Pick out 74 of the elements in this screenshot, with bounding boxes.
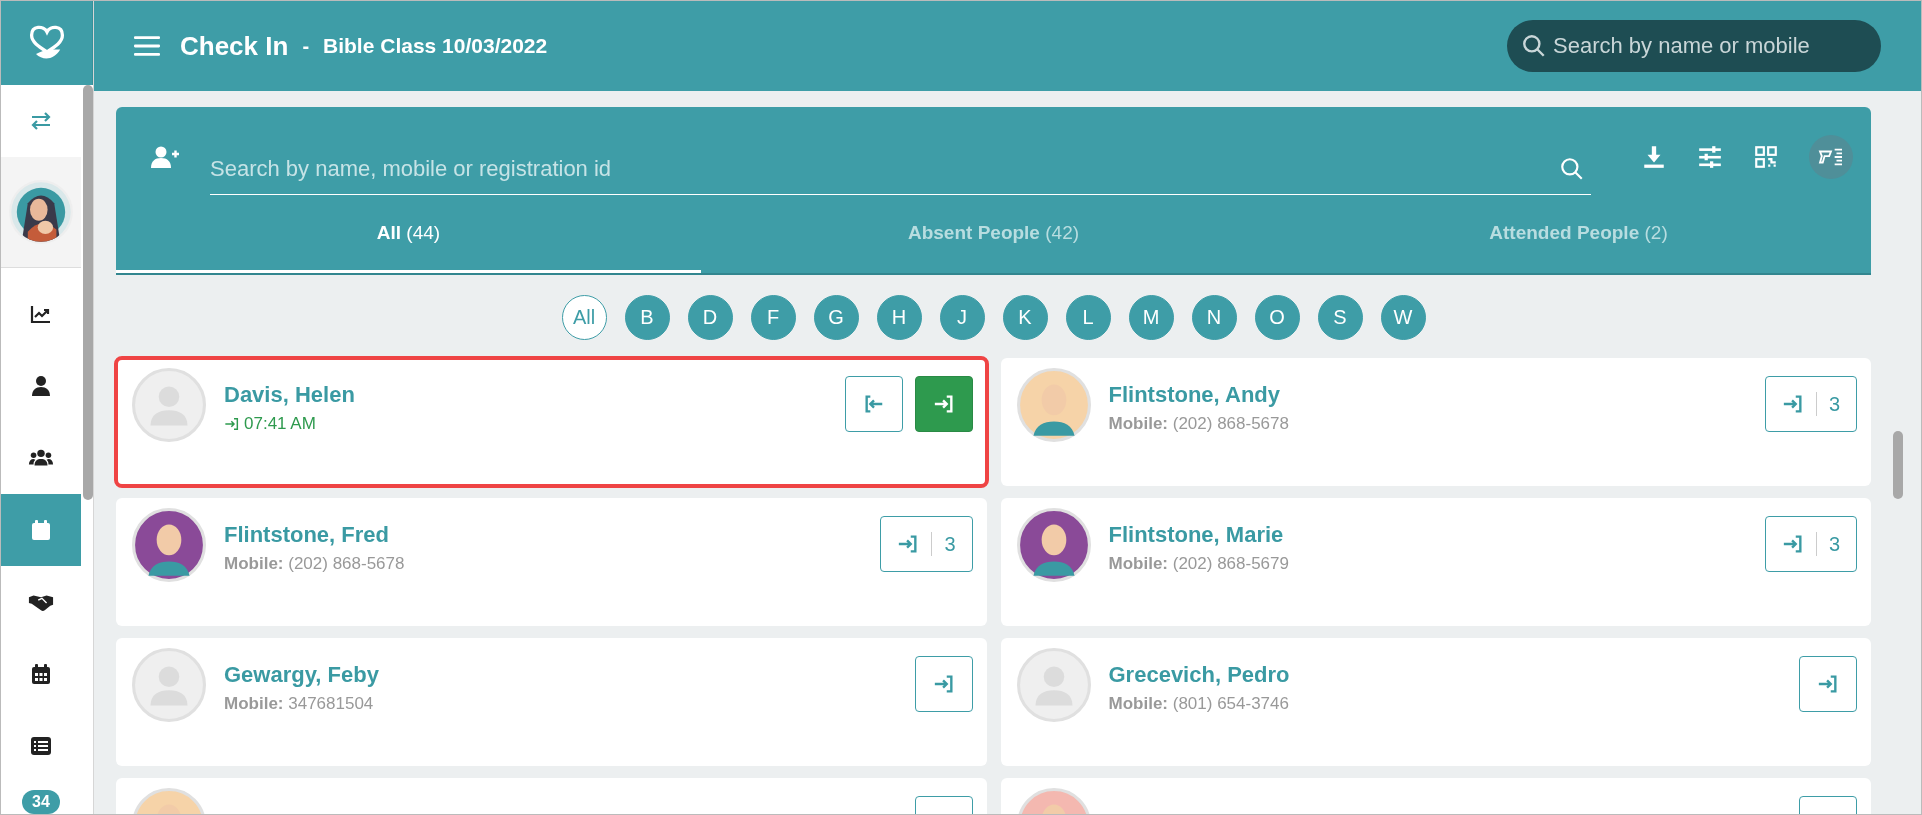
letter-filter[interactable]: H bbox=[876, 295, 922, 340]
event-title: Bible Class 10/03/2022 bbox=[323, 34, 548, 58]
person-name[interactable]: Flintstone, Fred bbox=[224, 522, 863, 548]
check-in-button[interactable]: 3 bbox=[1764, 376, 1857, 432]
letter-filter[interactable]: O bbox=[1254, 295, 1300, 340]
list-icon bbox=[28, 734, 54, 758]
avatar-figure-icon bbox=[1016, 368, 1091, 442]
person-card[interactable]: Flintstone, Fred Mobile: (202) 868-5678 3 bbox=[116, 498, 987, 626]
letter-filter[interactable]: B bbox=[624, 295, 670, 340]
mobile-number: Mobile: (202) 868-5678 bbox=[1108, 414, 1290, 434]
tab[interactable]: All (44) bbox=[116, 222, 701, 273]
sliders-icon[interactable] bbox=[1697, 144, 1723, 170]
letter-filter[interactable]: L bbox=[1065, 295, 1111, 340]
scanner-icon bbox=[1817, 146, 1845, 168]
person-card[interactable]: Grecevich, Pedro Mobile: (801) 654-3746 bbox=[1000, 638, 1871, 766]
scrollbar[interactable] bbox=[83, 85, 93, 500]
check-in-icon bbox=[897, 533, 920, 555]
count-badge: 34 bbox=[22, 790, 60, 814]
mobile-number: Mobile: (202) 868-5678 bbox=[224, 554, 406, 574]
person-name[interactable]: Flintstone, Andy bbox=[1108, 382, 1747, 408]
check-in-icon bbox=[932, 393, 955, 415]
search-field[interactable]: Search by name or mobile bbox=[1507, 20, 1881, 72]
avatar-placeholder-icon bbox=[132, 368, 206, 442]
tab[interactable]: Absent People (42) bbox=[701, 222, 1286, 273]
check-in-button[interactable] bbox=[914, 376, 973, 432]
person-name[interactable]: Gewargy, Feby bbox=[224, 662, 897, 688]
letter-filter[interactable]: W bbox=[1380, 295, 1426, 340]
check-in-button[interactable] bbox=[1799, 656, 1857, 712]
mobile-number: Mobile: 347681504 bbox=[224, 694, 375, 714]
letter-filter[interactable]: S bbox=[1317, 295, 1363, 340]
mobile-number: Mobile: (202) 868-5679 bbox=[1108, 554, 1290, 574]
person-name[interactable]: Davis, Helen bbox=[224, 382, 827, 408]
page-title: Check In bbox=[180, 30, 289, 62]
person-card[interactable]: Flintstone, Andy Mobile: (202) 868-5678 3 bbox=[1000, 358, 1871, 486]
check-in-icon bbox=[1781, 533, 1804, 555]
person-card[interactable]: Gewargy, Feby Mobile: 347681504 bbox=[116, 638, 987, 766]
mobile-number: Mobile: (801) 654-3746 bbox=[1108, 694, 1290, 714]
add-person-icon[interactable] bbox=[150, 145, 180, 169]
check-in-button[interactable]: 3 bbox=[1764, 516, 1857, 572]
check-in-icon bbox=[1817, 673, 1839, 695]
letter-filter[interactable]: D bbox=[687, 295, 733, 340]
tab[interactable]: Attended People (2) bbox=[1286, 222, 1871, 273]
scrollbar[interactable] bbox=[1893, 431, 1903, 499]
person-name[interactable]: Grecevich, Pedro bbox=[1108, 662, 1781, 688]
search-icon bbox=[1521, 33, 1547, 59]
search-icon bbox=[1559, 156, 1585, 182]
check-out-button[interactable] bbox=[844, 376, 903, 432]
check-in-button[interactable]: 3 bbox=[880, 516, 973, 572]
letter-filter[interactable]: All bbox=[561, 295, 607, 340]
letter-filter[interactable]: N bbox=[1191, 295, 1237, 340]
letter-filter[interactable]: G bbox=[813, 295, 859, 340]
check-in-time: 07:41 AM bbox=[244, 414, 316, 434]
avatar-placeholder-icon bbox=[132, 648, 206, 722]
download-icon[interactable] bbox=[1641, 144, 1667, 170]
menu-icon[interactable] bbox=[134, 35, 160, 57]
qr-code-icon[interactable] bbox=[1753, 144, 1779, 170]
search-field[interactable]: Search by name, mobile or registration id bbox=[210, 143, 1591, 195]
avatar-figure-icon bbox=[132, 508, 206, 582]
letter-filter[interactable]: J bbox=[939, 295, 985, 340]
person-card[interactable]: Flintstone, Marie Mobile: (202) 868-5679 3 bbox=[1000, 498, 1871, 626]
check-in-icon bbox=[1781, 393, 1804, 415]
person-name[interactable]: Flintstone, Marie bbox=[1108, 522, 1747, 548]
avatar-figure-icon bbox=[1016, 508, 1091, 582]
avatar-placeholder-icon bbox=[1016, 648, 1091, 722]
letter-filter[interactable]: K bbox=[1002, 295, 1048, 340]
scanner-button[interactable] bbox=[1809, 135, 1853, 179]
check-out-icon bbox=[862, 393, 885, 415]
person-card[interactable]: Davis, Helen 07:41 AM bbox=[116, 358, 987, 486]
letter-filter[interactable]: M bbox=[1128, 295, 1174, 340]
letter-filter[interactable]: F bbox=[750, 295, 796, 340]
check-in-button[interactable] bbox=[914, 656, 973, 712]
check-in-icon bbox=[224, 416, 240, 432]
title-separator: - bbox=[302, 34, 310, 58]
check-in-icon bbox=[932, 673, 955, 695]
